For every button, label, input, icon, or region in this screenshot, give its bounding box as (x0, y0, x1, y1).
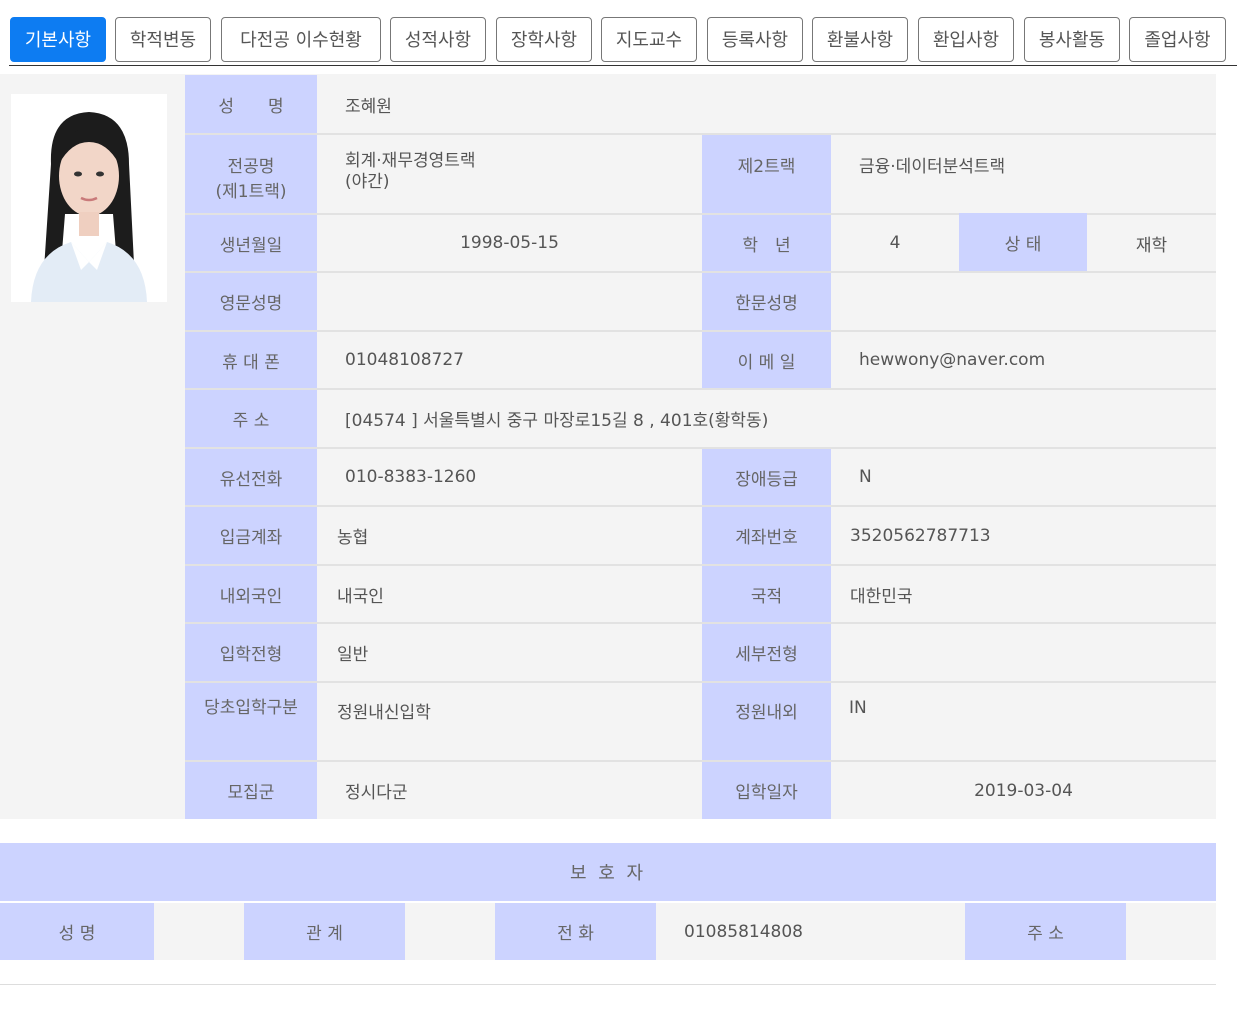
nationality-type-value: 내국인 (337, 586, 384, 607)
guardian-name-label: 성 명 (0, 903, 154, 960)
bank-value: 농협 (337, 528, 369, 548)
tab-graduation[interactable]: 졸업사항 (1129, 17, 1226, 62)
admission-type-value: 일반 (337, 645, 369, 665)
status-value: 재학 (1135, 235, 1168, 256)
mobile-value: 01048108727 (345, 350, 464, 370)
tab-volunteer[interactable]: 봉사활동 (1024, 17, 1120, 62)
admission-date-label: 입학일자 (702, 762, 831, 819)
recruit-group-value: 정시다군 (345, 783, 408, 803)
major-value: 회계·재무경영트랙 (야간) (345, 151, 476, 192)
guardian-header: 보 호 자 (0, 843, 1216, 901)
admission-detail-value (831, 624, 1216, 681)
email-label: 이 메 일 (702, 332, 831, 388)
guardian-relation-label: 관 계 (244, 903, 405, 960)
tab-multi-major[interactable]: 다전공 이수현황 (221, 17, 381, 62)
tab-registration[interactable]: 등록사항 (707, 17, 803, 62)
disability-label: 장애등급 (702, 449, 831, 505)
status-label: 상 태 (959, 213, 1087, 271)
mobile-label: 휴 대 폰 (185, 332, 317, 388)
recruit-group-label: 모집군 (185, 762, 317, 819)
initial-admission-value: 정원내신입학 (337, 703, 431, 723)
quota-label: 정원내외 (702, 683, 831, 760)
year-label: 학 년 (702, 215, 831, 271)
country-value: 대한민국 (850, 586, 913, 607)
birth-label: 생년월일 (185, 215, 317, 271)
tab-refund[interactable]: 환불사항 (812, 17, 908, 62)
hanja-name-value (831, 273, 1216, 330)
tab-basic-info[interactable]: 기본사항 (10, 17, 106, 62)
guardian-name-value (154, 903, 244, 960)
address-value: [04574 ] 서울특별시 중구 마장로15길 8 , 401호(황학동) (345, 411, 769, 431)
guardian-phone-label: 전 화 (495, 903, 656, 960)
guardian-relation-value (405, 903, 495, 960)
landline-value: 010-8383-1260 (345, 467, 477, 487)
address-label: 주 소 (185, 390, 317, 447)
quota-value: IN (849, 698, 867, 718)
tab-reimbursement[interactable]: 환입사항 (918, 17, 1014, 62)
year-value: 4 (889, 233, 901, 253)
name-label: 성 명 (185, 75, 317, 133)
birth-value: 1998-05-15 (460, 233, 559, 253)
name-value: 조혜원 (345, 96, 392, 117)
tab-advisor[interactable]: 지도교수 (601, 17, 697, 62)
major-label: 전공명 (제1트랙) (185, 135, 317, 213)
initial-admission-label: 당초입학구분 (185, 683, 317, 760)
guardian-address-label: 주 소 (965, 903, 1126, 960)
tab-scholarship[interactable]: 장학사항 (496, 17, 592, 62)
disability-value: N (859, 467, 872, 487)
country-label: 국적 (702, 566, 831, 622)
english-name-label: 영문성명 (185, 273, 317, 330)
tab-underline (9, 65, 1237, 66)
account-label: 계좌번호 (702, 507, 831, 564)
student-photo (11, 94, 167, 302)
bank-label: 입금계좌 (185, 507, 317, 564)
tab-academic-changes[interactable]: 학적변동 (115, 17, 211, 62)
admission-type-label: 입학전형 (185, 624, 317, 681)
track2-value: 금융·데이터분석트랙 (859, 157, 1006, 177)
guardian-phone-value: 01085814808 (684, 921, 803, 942)
account-value: 3520562787713 (850, 525, 991, 546)
bottom-divider (0, 984, 1216, 985)
english-name-value (317, 273, 702, 330)
admission-date-value: 2019-03-04 (974, 780, 1073, 801)
tab-grades[interactable]: 성적사항 (390, 17, 486, 62)
hanja-name-label: 한문성명 (702, 273, 831, 330)
track2-label: 제2트랙 (702, 135, 831, 213)
landline-label: 유선전화 (185, 449, 317, 505)
email-value: hewwony@naver.com (859, 350, 1046, 370)
admission-detail-label: 세부전형 (702, 624, 831, 681)
nationality-type-label: 내외국인 (185, 566, 317, 622)
guardian-address-value (1126, 903, 1216, 960)
